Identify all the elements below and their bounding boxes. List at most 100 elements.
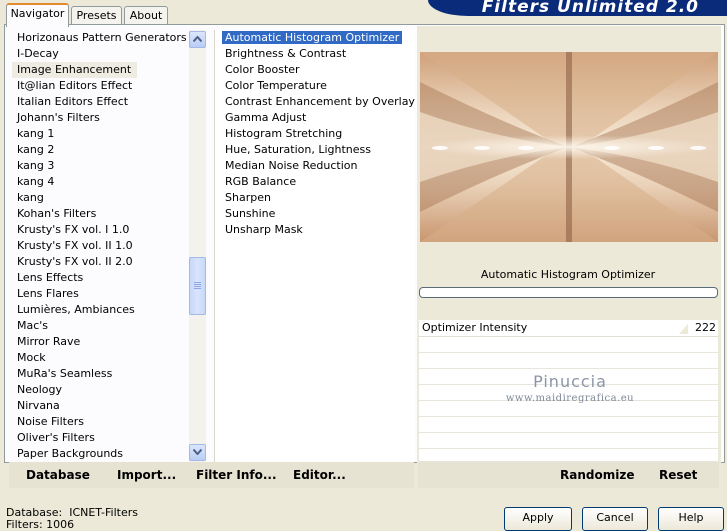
filter-item-label: Automatic Histogram Optimizer [220, 30, 404, 45]
category-item-label: kang 3 [17, 159, 55, 172]
category-item[interactable]: kang 1 [12, 126, 188, 142]
category-item[interactable]: kang 2 [12, 142, 188, 158]
filter-name-label: Automatic Histogram Optimizer [480, 268, 656, 281]
category-item[interactable]: MuRa's Seamless [12, 366, 188, 382]
category-item-label: Image Enhancement [12, 62, 138, 78]
category-item[interactable]: Oliver's Filters [12, 430, 188, 446]
filter-item[interactable]: Gamma Adjust [215, 110, 415, 126]
cancel-button[interactable]: Cancel [582, 507, 648, 531]
category-item-label: It@lian Editors Effect [17, 79, 133, 92]
chevron-up-icon [193, 36, 202, 42]
apply-button[interactable]: Apply [504, 507, 572, 531]
tab-navigator[interactable]: Navigator [6, 3, 69, 27]
filter-item[interactable]: Automatic Histogram Optimizer [215, 30, 415, 46]
param-row-empty [419, 337, 718, 353]
filter-item-label: Hue, Saturation, Lightness [225, 143, 371, 156]
category-item-label: kang 1 [17, 127, 55, 140]
filter-item[interactable]: Hue, Saturation, Lightness [215, 142, 415, 158]
scroll-thumb[interactable] [189, 257, 206, 315]
filter-item-label: Contrast Enhancement by Overlay [225, 95, 415, 108]
category-list[interactable]: Horizonaus Pattern Generators I-Decay Imag… [12, 30, 188, 462]
category-item[interactable]: Mirror Rave [12, 334, 188, 350]
category-item[interactable]: Mac's [12, 318, 188, 334]
randomize-button[interactable]: Randomize [560, 468, 634, 482]
filter-item-label: Unsharp Mask [225, 223, 303, 236]
tab-about[interactable]: About [124, 6, 168, 25]
category-item-label: Italian Editors Effect [17, 95, 129, 108]
filter-info-button[interactable]: Filter Info... [196, 468, 277, 482]
category-item-label: Kohan's Filters [17, 207, 97, 220]
category-item[interactable]: Italian Editors Effect [12, 94, 188, 110]
scroll-up-button[interactable] [189, 31, 206, 48]
filter-item[interactable]: Sunshine [215, 206, 415, 222]
category-item[interactable]: Nirvana [12, 398, 188, 414]
app-title: Filters Unlimited 2.0 [481, 0, 699, 16]
filter-item-label: Color Booster [225, 63, 300, 76]
category-item-label: Krusty's FX vol. II 1.0 [17, 239, 133, 252]
category-item[interactable]: Paper Backgrounds [12, 446, 188, 462]
category-item[interactable]: Lumières, Ambiances [12, 302, 188, 318]
param-value: 222 [695, 321, 716, 334]
import-button[interactable]: Import... [117, 468, 176, 482]
filter-item[interactable]: Sharpen [215, 190, 415, 206]
filter-item[interactable]: Brightness & Contrast [215, 46, 415, 62]
filter-item[interactable]: Unsharp Mask [215, 222, 415, 238]
filter-item[interactable]: RGB Balance [215, 174, 415, 190]
category-item-label: Lens Effects [17, 271, 84, 284]
param-row-empty [419, 433, 718, 449]
category-item-label: Neology [17, 383, 63, 396]
reset-button[interactable]: Reset [659, 468, 697, 482]
watermark-name: Pinuccia [533, 372, 607, 391]
filter-item[interactable]: Median Noise Reduction [215, 158, 415, 174]
category-item-label: MuRa's Seamless [17, 367, 113, 380]
category-item[interactable]: Krusty's FX vol. I 1.0 [12, 222, 188, 238]
category-item[interactable]: Krusty's FX vol. II 1.0 [12, 238, 188, 254]
category-item-label: kang 4 [17, 175, 55, 188]
category-scrollbar[interactable] [189, 30, 206, 462]
category-item[interactable]: Neology [12, 382, 188, 398]
filter-item-label: Median Noise Reduction [225, 159, 358, 172]
filter-item[interactable]: Color Temperature [215, 78, 415, 94]
category-item-label: Lumières, Ambiances [17, 303, 135, 316]
category-item[interactable]: Noise Filters [12, 414, 188, 430]
category-item[interactable]: Krusty's FX vol. II 2.0 [12, 254, 188, 270]
category-item[interactable]: kang [12, 190, 188, 206]
category-item[interactable]: Kohan's Filters [12, 206, 188, 222]
filter-item[interactable]: Contrast Enhancement by Overlay [215, 94, 415, 110]
filter-item[interactable]: Color Booster [215, 62, 415, 78]
category-item[interactable]: It@lian Editors Effect [12, 78, 188, 94]
category-item-label: kang 2 [17, 143, 55, 156]
scroll-down-button[interactable] [189, 444, 206, 461]
category-item-label: Mock [17, 351, 46, 364]
filter-item-label: Color Temperature [225, 79, 327, 92]
category-item-label: Horizonaus Pattern Generators [17, 31, 187, 44]
param-row-optimizer-intensity[interactable]: Optimizer Intensity 222 [419, 320, 718, 337]
editor-button[interactable]: Editor... [293, 468, 346, 482]
category-item-label: Johann's Filters [17, 111, 100, 124]
param-label: Optimizer Intensity [422, 321, 528, 334]
tab-presets[interactable]: Presets [71, 6, 122, 25]
slider-pointer[interactable] [679, 324, 688, 334]
category-item[interactable]: I-Decay [12, 46, 188, 62]
filter-item[interactable]: Histogram Stretching [215, 126, 415, 142]
category-item[interactable]: kang 4 [12, 174, 188, 190]
category-item[interactable]: kang 3 [12, 158, 188, 174]
filter-item-label: Gamma Adjust [225, 111, 307, 124]
param-row-empty [419, 353, 718, 369]
param-row-empty [419, 417, 718, 433]
category-item[interactable]: Lens Effects [12, 270, 188, 286]
category-item-label: Paper Backgrounds [17, 447, 124, 460]
status-filter-count: Filters: 1006 [6, 518, 75, 531]
chevron-down-icon [193, 449, 202, 455]
database-button[interactable]: Database [26, 468, 90, 482]
help-button[interactable]: Help [658, 507, 724, 531]
category-item[interactable]: Horizonaus Pattern Generators [12, 30, 188, 46]
category-item[interactable]: Johann's Filters [12, 110, 188, 126]
filter-list[interactable]: Automatic Histogram Optimizer Brightness … [214, 30, 415, 462]
category-item-label: Krusty's FX vol. II 2.0 [17, 255, 133, 268]
app-banner: Filters Unlimited 2.0 [428, 0, 727, 16]
category-item[interactable]: Mock [12, 350, 188, 366]
category-item[interactable]: Lens Flares [12, 286, 188, 302]
category-item[interactable]: Image Enhancement [12, 62, 188, 78]
category-item-label: Lens Flares [17, 287, 79, 300]
